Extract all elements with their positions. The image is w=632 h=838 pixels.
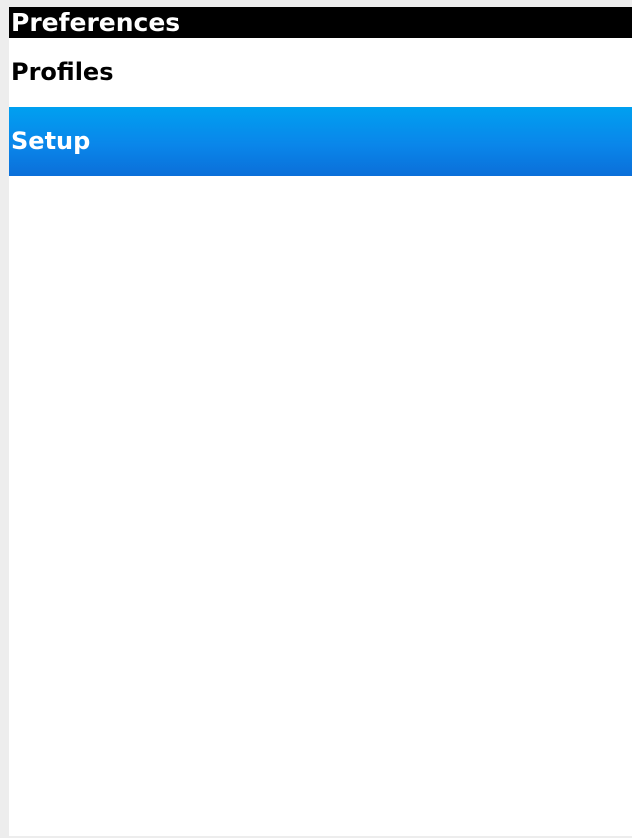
menu-item-profiles[interactable]: Profiles [9, 38, 632, 107]
preferences-screen: Preferences Profiles Setup [9, 7, 632, 836]
preferences-menu: Profiles Setup [9, 38, 632, 176]
menu-item-setup[interactable]: Setup [9, 107, 632, 176]
page-title: Preferences [9, 7, 632, 38]
